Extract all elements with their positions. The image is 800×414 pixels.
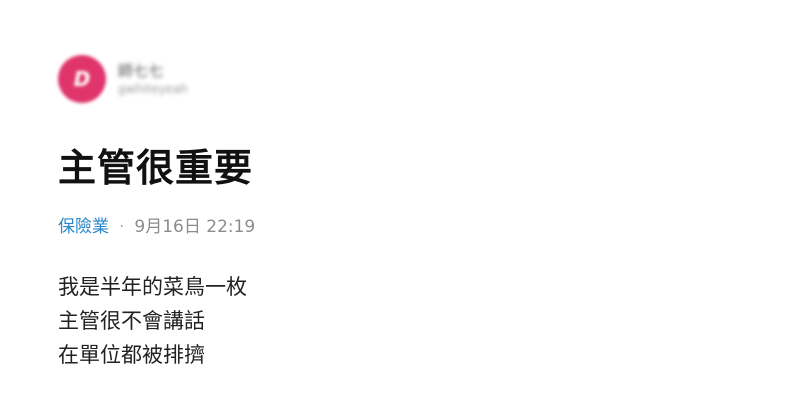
author-row[interactable]: D 師七七 gwhiteyeah — [58, 52, 758, 106]
post-container: D 師七七 gwhiteyeah 主管很重要 保險業 · 9月16日 22:19… — [58, 52, 758, 372]
body-line: 我是半年的菜鳥一枚 — [58, 275, 247, 299]
avatar-letter: D — [73, 67, 91, 91]
board-link[interactable]: 保險業 — [58, 216, 109, 238]
author-name[interactable]: 師七七 — [118, 61, 188, 81]
post-title: 主管很重要 — [58, 146, 254, 190]
body-line: 主管很不會講話 — [58, 309, 205, 333]
post-meta: 保險業 · 9月16日 22:19 — [58, 216, 758, 238]
post-timestamp: 9月16日 22:19 — [134, 217, 256, 237]
body-line: 在單位都被排擠 — [58, 343, 205, 367]
author-handle: gwhiteyeah — [118, 82, 188, 96]
avatar[interactable]: D — [58, 55, 106, 103]
post-body: 我是半年的菜鳥一枚 主管很不會講話 在單位都被排擠 — [58, 270, 758, 372]
meta-separator: · — [119, 217, 125, 237]
author-info: 師七七 gwhiteyeah — [118, 61, 188, 97]
